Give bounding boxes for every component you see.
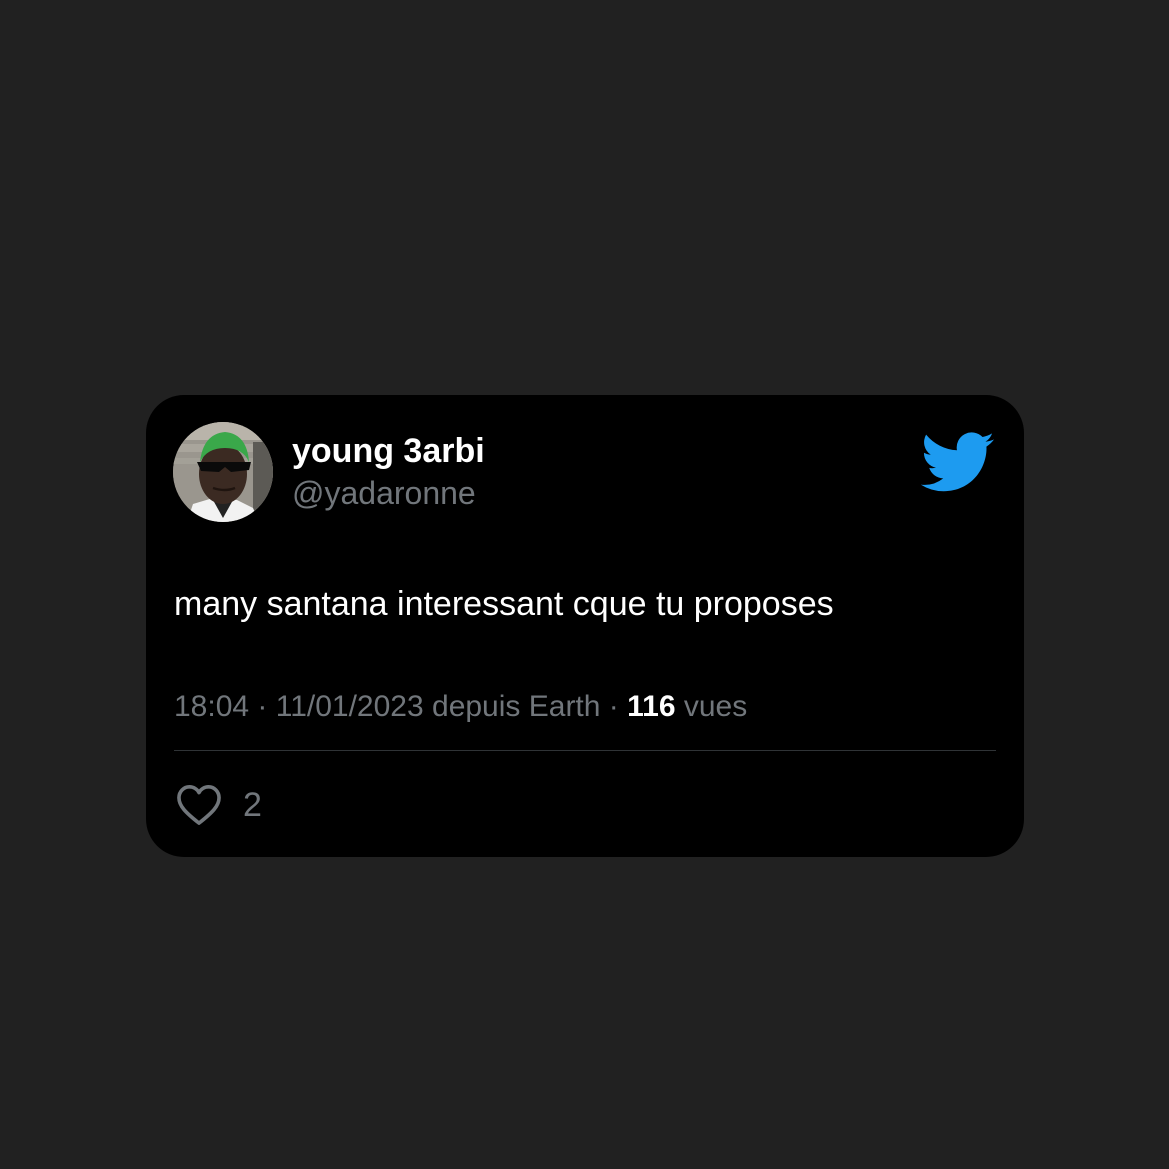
avatar[interactable]	[173, 422, 273, 522]
user-handle[interactable]: @yadaronne	[292, 473, 476, 513]
tweet-meta: 18:04 · 11/01/2023 depuis Earth · 116 vu…	[174, 687, 747, 727]
tweet-source: depuis Earth	[423, 690, 601, 723]
meta-separator: ·	[249, 690, 276, 723]
twitter-bird-icon	[920, 432, 995, 492]
display-name[interactable]: young 3arbi	[292, 431, 485, 471]
avatar-photo	[173, 422, 273, 522]
heart-icon[interactable]	[176, 784, 222, 826]
views-label: vues	[675, 690, 748, 723]
tweet-date[interactable]: 11/01/2023	[276, 690, 424, 723]
tweet-card: young 3arbi @yadaronne many santana inte…	[146, 395, 1024, 857]
views-count: 116	[627, 690, 676, 723]
like-count: 2	[243, 786, 262, 824]
tweet-time[interactable]: 18:04	[174, 690, 249, 723]
meta-separator-2: ·	[600, 690, 628, 723]
tweet-text: many santana interessant cque tu propose…	[174, 585, 834, 623]
divider	[174, 750, 996, 751]
